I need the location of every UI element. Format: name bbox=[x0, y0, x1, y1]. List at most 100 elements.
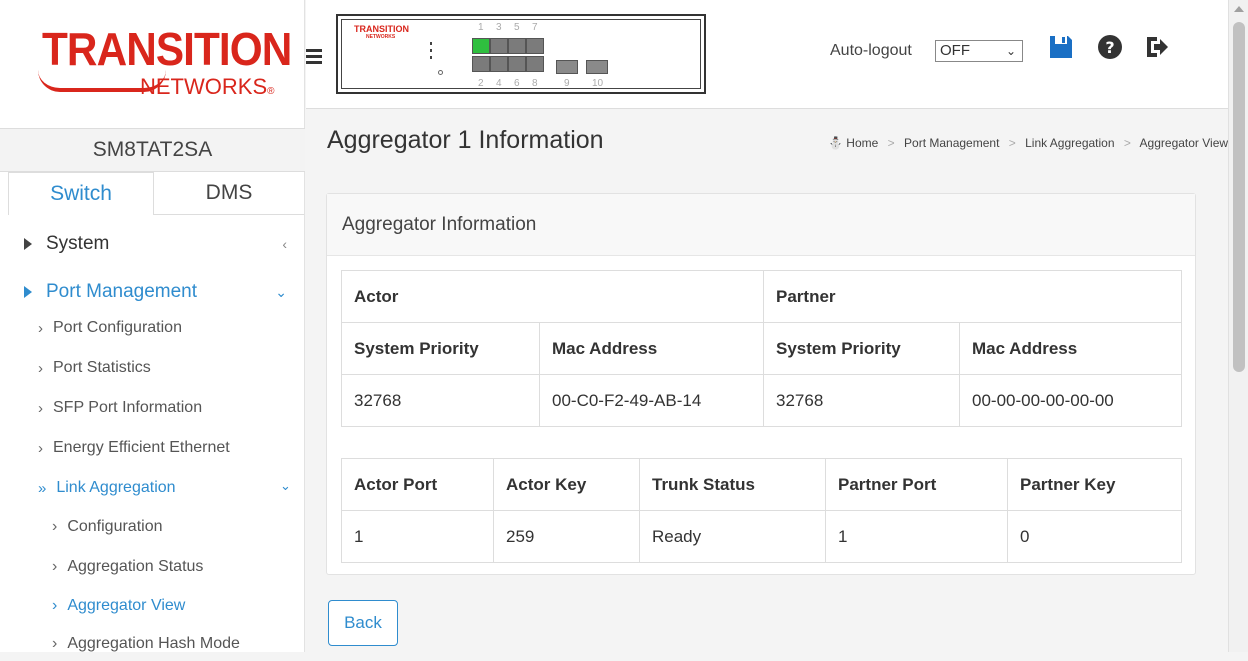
logo-text-top: TRANSITION bbox=[42, 23, 292, 75]
sidebar-item-configuration[interactable]: › Configuration bbox=[52, 510, 163, 544]
tab-switch[interactable]: Switch bbox=[8, 172, 154, 215]
help-icon[interactable]: ? bbox=[1097, 34, 1123, 60]
sidebar-item-sfp-port-information[interactable]: › SFP Port Information bbox=[38, 391, 202, 425]
sidebar-item-label: Aggregation Status bbox=[67, 558, 204, 575]
port-3[interactable] bbox=[490, 38, 508, 54]
page-title: Aggregator 1 Information bbox=[327, 126, 604, 154]
port-number: 4 bbox=[496, 78, 502, 89]
auto-logout-value: OFF bbox=[940, 42, 970, 59]
column-header: System Priority bbox=[763, 322, 960, 375]
sidebar-item-label: SFP Port Information bbox=[53, 399, 203, 416]
logo-reg: ® bbox=[267, 86, 275, 97]
column-header: Mac Address bbox=[539, 322, 764, 375]
table-cell: 1 bbox=[341, 510, 494, 563]
port-7[interactable] bbox=[526, 38, 544, 54]
sidebar-item-port-configuration[interactable]: › Port Configuration bbox=[38, 311, 182, 345]
sidebar: TRANSITION NETWORKS® SM8TAT2SA Switch DM… bbox=[0, 0, 305, 652]
table-cell: 00-C0-F2-49-AB-14 bbox=[539, 374, 764, 427]
breadcrumb-aggregator-view: Aggregator View bbox=[1139, 136, 1229, 150]
chevron-right-icon: › bbox=[52, 597, 58, 614]
port-number: 5 bbox=[514, 22, 520, 33]
port-number: 1 bbox=[478, 22, 484, 33]
sidebar-item-link-aggregation[interactable]: » Link Aggregation bbox=[38, 471, 176, 505]
port-number: 7 bbox=[532, 22, 538, 33]
sidebar-item-aggregation-status[interactable]: › Aggregation Status bbox=[52, 550, 203, 584]
sidebar-item-aggregation-hash-mode[interactable]: › Aggregation Hash Mode bbox=[52, 627, 240, 661]
card-header: Aggregator Information bbox=[327, 194, 1195, 256]
sidebar-item-label: Link Aggregation bbox=[56, 479, 176, 496]
column-header: Partner Port bbox=[825, 458, 1008, 511]
port-5[interactable] bbox=[508, 38, 526, 54]
sidebar-item-port-statistics[interactable]: › Port Statistics bbox=[38, 351, 151, 385]
sfp-port-10[interactable] bbox=[586, 60, 608, 74]
table-cell: 1 bbox=[825, 510, 1008, 563]
port-8[interactable] bbox=[526, 56, 544, 72]
actor-header: Actor bbox=[341, 270, 764, 323]
auto-logout-select[interactable]: OFF ⌄ bbox=[935, 40, 1023, 62]
scroll-up-arrow-icon[interactable] bbox=[1234, 6, 1244, 12]
chevron-right-icon: › bbox=[38, 359, 43, 377]
column-header: Partner Key bbox=[1007, 458, 1182, 511]
table-cell: 32768 bbox=[341, 374, 540, 427]
port-number: 10 bbox=[592, 78, 604, 89]
logout-icon[interactable] bbox=[1144, 34, 1170, 60]
breadcrumb-home[interactable]: Home bbox=[846, 136, 878, 150]
auto-logout-label: Auto-logout bbox=[830, 42, 912, 59]
table-cell: 00-00-00-00-00-00 bbox=[959, 374, 1182, 427]
sidebar-item-label: Aggregator View bbox=[67, 597, 186, 614]
tab-dms[interactable]: DMS bbox=[154, 172, 304, 215]
sidebar-item-label: Energy Efficient Ethernet bbox=[53, 439, 230, 456]
svg-text:?: ? bbox=[1105, 38, 1114, 57]
table-cell: 0 bbox=[1007, 510, 1182, 563]
panel-reset-hole bbox=[438, 70, 443, 75]
scrollbar[interactable] bbox=[1228, 0, 1248, 652]
port-number: 6 bbox=[514, 78, 520, 89]
breadcrumb-link-aggregation[interactable]: Link Aggregation bbox=[1025, 136, 1114, 150]
sidebar-item-label: Aggregation Hash Mode bbox=[67, 635, 240, 652]
partner-header: Partner bbox=[763, 270, 1182, 323]
sidebar-item-aggregator-view[interactable]: › Aggregator View bbox=[52, 589, 185, 623]
sidebar-item-system[interactable]: System ‹ bbox=[0, 224, 305, 264]
home-icon: ⛄ bbox=[828, 136, 843, 150]
sidebar-item-label: System bbox=[46, 233, 110, 254]
column-header: Mac Address bbox=[959, 322, 1182, 375]
port-2[interactable] bbox=[472, 56, 490, 72]
table-row: Actor Partner bbox=[341, 270, 1182, 323]
switch-panel-image: TRANSITION NETWORKS 1 3 5 7 2 4 6 8 9 10 bbox=[336, 14, 706, 94]
port-6[interactable] bbox=[508, 56, 526, 72]
save-icon[interactable] bbox=[1048, 34, 1074, 60]
chevron-right-icon: › bbox=[52, 518, 58, 535]
column-header: System Priority bbox=[341, 322, 540, 375]
table-cell: Ready bbox=[639, 510, 826, 563]
menu-icon[interactable] bbox=[306, 49, 322, 67]
chevron-right-icon: › bbox=[38, 399, 43, 417]
port-status-table: Actor Port Actor Key Trunk Status Partne… bbox=[341, 458, 1182, 563]
caret-right-icon bbox=[24, 286, 32, 298]
breadcrumb-port-management[interactable]: Port Management bbox=[904, 136, 999, 150]
sfp-port-9[interactable] bbox=[556, 60, 578, 74]
table-row: 1 259 Ready 1 0 bbox=[341, 510, 1182, 563]
port-number: 2 bbox=[478, 78, 484, 89]
chevron-down-icon: ⌄ bbox=[275, 283, 287, 300]
logo: TRANSITION NETWORKS® bbox=[20, 8, 292, 112]
logo-networks: NETWORKS bbox=[140, 74, 268, 99]
table-row: Actor Port Actor Key Trunk Status Partne… bbox=[341, 458, 1182, 511]
port-4[interactable] bbox=[490, 56, 508, 72]
scroll-thumb[interactable] bbox=[1233, 22, 1245, 372]
sidebar-item-energy-efficient-ethernet[interactable]: › Energy Efficient Ethernet bbox=[38, 431, 230, 465]
port-1-up[interactable] bbox=[472, 38, 490, 54]
column-header: Actor Key bbox=[493, 458, 640, 511]
breadcrumb: ⛄ Home > Port Management > Link Aggregat… bbox=[828, 136, 1229, 150]
sidebar-item-label: Configuration bbox=[67, 518, 163, 535]
back-button[interactable]: Back bbox=[328, 600, 398, 646]
sidebar-item-port-management[interactable]: Port Management ⌄ bbox=[0, 272, 305, 312]
chevron-right-icon: › bbox=[38, 439, 43, 457]
port-number: 3 bbox=[496, 22, 502, 33]
top-bar: TRANSITION NETWORKS 1 3 5 7 2 4 6 8 9 10… bbox=[306, 0, 1228, 109]
chevron-left-icon: ‹ bbox=[282, 236, 287, 252]
actor-partner-table: Actor Partner System Priority Mac Addres… bbox=[341, 270, 1182, 427]
chevron-down-icon: ⌄ bbox=[1005, 44, 1016, 58]
aggregator-info-card: Aggregator Information Actor Partner Sys… bbox=[326, 193, 1196, 575]
table-cell: 32768 bbox=[763, 374, 960, 427]
panel-led-dots bbox=[430, 42, 440, 63]
